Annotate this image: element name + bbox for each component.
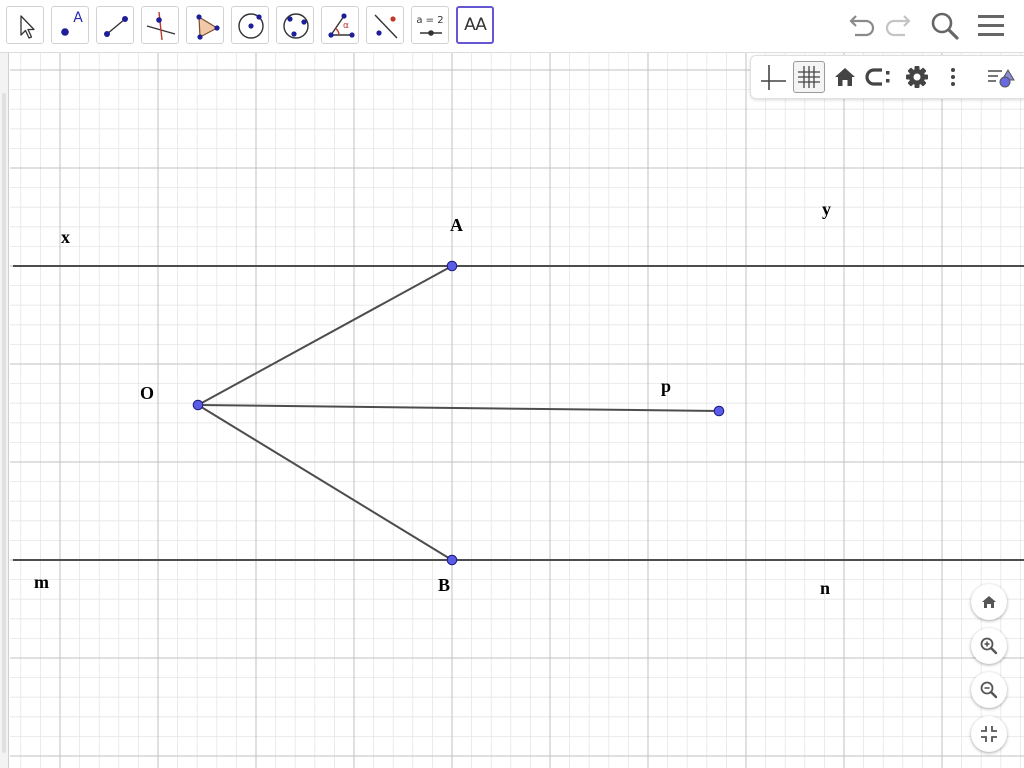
toolbar: A α a = 2 AA bbox=[0, 0, 1024, 53]
tool-angle[interactable]: α bbox=[321, 6, 359, 44]
segment-tool-icon bbox=[104, 16, 128, 37]
point-B[interactable] bbox=[446, 554, 458, 566]
circle-three-points-icon bbox=[283, 13, 309, 39]
grid-toggle-button[interactable] bbox=[793, 61, 825, 93]
undo-button[interactable] bbox=[843, 8, 879, 44]
tool-circle-center-point[interactable] bbox=[231, 6, 269, 44]
polygon-tool-icon bbox=[196, 14, 220, 40]
label-n[interactable]: n bbox=[820, 578, 830, 598]
tool-perpendicular-line[interactable] bbox=[141, 6, 179, 44]
settings-button[interactable] bbox=[901, 61, 933, 93]
search-icon bbox=[931, 12, 959, 40]
home-icon bbox=[982, 596, 996, 608]
settings-icon bbox=[906, 66, 928, 88]
label-y[interactable]: y bbox=[822, 199, 831, 219]
tool-circle-three-points[interactable] bbox=[276, 6, 314, 44]
tool-slider[interactable]: a = 2 bbox=[411, 6, 449, 44]
text-tool-glyph: AA bbox=[464, 15, 487, 35]
redo-button[interactable] bbox=[881, 8, 917, 44]
grid-minor-lines bbox=[10, 53, 1024, 768]
home-icon bbox=[835, 68, 855, 86]
grid-icon bbox=[798, 66, 820, 88]
tool-text[interactable]: AA bbox=[456, 6, 494, 44]
redo-icon bbox=[885, 15, 911, 37]
point-O[interactable] bbox=[192, 399, 204, 411]
undo-icon bbox=[849, 15, 875, 37]
label-A[interactable]: A bbox=[450, 215, 463, 235]
label-B[interactable]: B bbox=[438, 575, 450, 595]
axes-toggle-button[interactable] bbox=[757, 61, 789, 93]
point-capture-button[interactable] bbox=[865, 61, 897, 93]
point-A[interactable] bbox=[446, 260, 458, 272]
graphics-style-bar bbox=[750, 55, 1024, 99]
label-x[interactable]: x bbox=[61, 227, 70, 247]
scrollbar-thumb[interactable] bbox=[2, 93, 6, 753]
point-tool-glyph: A bbox=[73, 10, 83, 26]
left-panel-scrollbar[interactable] bbox=[0, 53, 9, 768]
zoom-in-icon bbox=[980, 637, 998, 655]
fullscreen-exit-icon bbox=[981, 726, 997, 742]
label-p[interactable]: p bbox=[661, 376, 671, 396]
label-O[interactable]: O bbox=[140, 383, 154, 403]
search-button[interactable] bbox=[927, 8, 963, 44]
graphics-view[interactable]: x y A O p m B n bbox=[10, 53, 1024, 768]
angle-tool-glyph: α bbox=[343, 21, 349, 31]
circle-center-icon bbox=[238, 13, 264, 39]
menu-icon bbox=[978, 15, 1004, 36]
ray-Op[interactable] bbox=[197, 404, 720, 412]
tool-segment[interactable] bbox=[96, 6, 134, 44]
tool-point[interactable]: A bbox=[51, 6, 89, 44]
zoom-in-button[interactable] bbox=[971, 628, 1007, 664]
point-p[interactable] bbox=[713, 405, 725, 417]
more-options-button[interactable] bbox=[937, 61, 969, 93]
reflect-about-line-icon bbox=[374, 14, 398, 39]
fullscreen-exit-button[interactable] bbox=[971, 716, 1007, 752]
slider-tool-icon bbox=[420, 30, 442, 36]
grid-major-lines bbox=[10, 53, 1024, 768]
point-capture-icon bbox=[865, 68, 890, 86]
algebra-toggle-button[interactable] bbox=[983, 61, 1015, 93]
zoom-out-icon bbox=[980, 681, 998, 699]
tool-reflect-about-line[interactable] bbox=[366, 6, 404, 44]
move-arrow-icon bbox=[20, 15, 35, 39]
standard-view-button[interactable] bbox=[829, 61, 861, 93]
zoom-out-button[interactable] bbox=[971, 672, 1007, 708]
label-m[interactable]: m bbox=[34, 572, 49, 592]
standard-view-fab[interactable] bbox=[971, 584, 1007, 620]
tool-move[interactable] bbox=[6, 6, 44, 44]
more-icon bbox=[951, 68, 955, 86]
tool-polygon[interactable] bbox=[186, 6, 224, 44]
perpendicular-line-icon bbox=[146, 11, 176, 41]
axes-icon bbox=[761, 65, 786, 90]
menu-button[interactable] bbox=[973, 8, 1009, 44]
algebra-toggle-icon bbox=[988, 69, 1015, 88]
